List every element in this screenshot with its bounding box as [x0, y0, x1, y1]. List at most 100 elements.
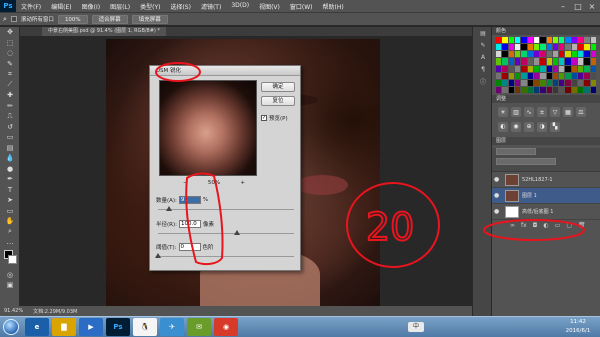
color-balance-icon[interactable]: ⚖	[576, 107, 586, 117]
color-swatch[interactable]	[514, 44, 521, 51]
history-panel-icon[interactable]: ▤	[473, 27, 493, 39]
menu-item[interactable]: 帮助(H)	[318, 2, 349, 11]
levels-icon[interactable]: ▥	[511, 107, 521, 117]
color-swatch[interactable]	[514, 51, 521, 58]
color-swatch[interactable]	[552, 65, 559, 72]
layer-visibility-icon[interactable]: ●	[494, 208, 502, 215]
color-swatch[interactable]	[584, 86, 590, 93]
quick-select-tool-icon[interactable]: ✎	[0, 59, 20, 70]
preview-checkbox-row[interactable]: ✓ 预览(P)	[261, 114, 288, 122]
color-swatch[interactable]	[496, 86, 502, 93]
brush-panel-icon[interactable]: ✎	[473, 39, 493, 51]
history-brush-icon[interactable]: ↺	[0, 122, 20, 133]
color-swatch[interactable]	[496, 72, 502, 79]
color-swatch[interactable]	[521, 79, 527, 86]
color-swatch[interactable]	[578, 51, 584, 58]
color-swatch[interactable]	[508, 65, 514, 72]
layer-row[interactable]: ● 高低/后底图 1	[492, 204, 600, 220]
exposure-icon[interactable]: ±	[537, 107, 547, 117]
threshold-slider-knob[interactable]	[155, 253, 161, 258]
color-swatch[interactable]	[502, 72, 508, 79]
lasso-tool-icon[interactable]: ◌	[0, 48, 20, 59]
photoshop-taskbar-icon[interactable]: Ps	[106, 318, 130, 336]
color-swatch[interactable]	[527, 58, 533, 65]
color-swatch[interactable]	[527, 51, 533, 58]
reset-button[interactable]: 复位	[261, 96, 295, 106]
color-swatch[interactable]	[496, 37, 502, 44]
close-icon[interactable]: ×	[585, 0, 599, 12]
color-swatch[interactable]	[571, 58, 578, 65]
fit-screen-button[interactable]: 适合屏幕	[91, 14, 128, 24]
type-tool-icon[interactable]: T	[0, 185, 20, 196]
menu-item[interactable]: 编辑(E)	[46, 2, 76, 11]
color-swatch[interactable]	[565, 58, 571, 65]
zoom-tool-icon[interactable]: ⌕	[0, 227, 20, 238]
color-swatch[interactable]	[584, 65, 590, 72]
shape-tool-icon[interactable]: ▭	[0, 206, 20, 217]
blur-tool-icon[interactable]: 💧	[0, 153, 20, 164]
color-swatch[interactable]	[540, 58, 546, 65]
color-swatch[interactable]	[584, 44, 590, 51]
black-white-icon[interactable]: ◐	[498, 121, 508, 132]
color-swatch[interactable]	[502, 44, 508, 51]
color-swatch[interactable]	[527, 37, 533, 44]
color-swatch[interactable]	[502, 79, 508, 86]
color-swatch[interactable]	[578, 44, 584, 51]
qq-taskbar-icon[interactable]: 🐧	[133, 318, 157, 336]
group-icon[interactable]: ▭	[555, 222, 561, 229]
color-swatch[interactable]	[590, 79, 596, 86]
threshold-icon[interactable]: ▚	[550, 121, 560, 132]
color-swatch[interactable]	[559, 65, 565, 72]
menu-item[interactable]: 视图(V)	[254, 2, 285, 11]
color-swatch[interactable]	[508, 86, 514, 93]
crop-tool-icon[interactable]: ⌗	[0, 69, 20, 80]
zoom-100-button[interactable]: 100%	[57, 14, 88, 24]
photo-filter-icon[interactable]: ◉	[511, 121, 521, 132]
photoshop-logo[interactable]: Ps	[0, 0, 16, 12]
color-swatch[interactable]	[527, 86, 533, 93]
checkbox-scroll-all[interactable]	[10, 16, 17, 22]
color-swatch[interactable]	[565, 51, 571, 58]
color-swatch[interactable]	[578, 72, 584, 79]
radius-slider[interactable]	[158, 230, 294, 235]
color-swatch[interactable]	[546, 37, 552, 44]
invert-icon[interactable]: ◑	[537, 121, 547, 132]
zoom-out-icon[interactable]: −	[183, 180, 188, 186]
adjustment-layer-icon[interactable]: ◐	[543, 222, 548, 229]
color-swatch[interactable]	[533, 51, 540, 58]
color-swatch[interactable]	[590, 37, 596, 44]
color-swatch[interactable]	[496, 58, 502, 65]
more-tools-icon[interactable]: …	[0, 237, 20, 248]
color-swatch[interactable]	[540, 72, 546, 79]
threshold-input[interactable]: 0	[178, 243, 201, 251]
menu-item[interactable]: 文件(F)	[16, 2, 46, 11]
color-swatch[interactable]	[565, 44, 571, 51]
path-select-icon[interactable]: ➤	[0, 195, 20, 206]
color-swatch[interactable]	[521, 58, 527, 65]
color-swatch[interactable]	[571, 72, 578, 79]
layer-visibility-icon[interactable]: ●	[494, 192, 502, 199]
color-swatch[interactable]	[565, 37, 571, 44]
layers-panel-tab[interactable]: 图层	[492, 137, 600, 145]
curves-icon[interactable]: ∿	[524, 107, 534, 117]
brush-tool-icon[interactable]: ✏	[0, 101, 20, 112]
color-swatch[interactable]	[590, 44, 596, 51]
link-layers-icon[interactable]: ∞	[510, 222, 515, 229]
menu-item[interactable]: 选择(S)	[165, 2, 196, 11]
zoom-tool-icon[interactable]: ⌕	[3, 15, 7, 24]
color-swatch[interactable]	[527, 72, 533, 79]
amount-input[interactable]: 91	[178, 196, 201, 204]
color-swatch[interactable]	[590, 65, 596, 72]
color-swatch[interactable]	[508, 72, 514, 79]
pen-tool-icon[interactable]: ✒	[0, 174, 20, 185]
color-swatch[interactable]	[527, 44, 533, 51]
swatches-panel-tab[interactable]: 颜色	[492, 27, 600, 35]
color-swatch[interactable]	[552, 44, 559, 51]
wechat-taskbar-icon[interactable]: ✉	[187, 318, 211, 336]
color-swatch[interactable]	[559, 72, 565, 79]
color-swatch[interactable]	[571, 65, 578, 72]
dialog-preview-image[interactable]	[159, 80, 257, 176]
color-swatch[interactable]	[508, 51, 514, 58]
color-swatch[interactable]	[514, 72, 521, 79]
minimize-icon[interactable]: –	[556, 0, 570, 12]
